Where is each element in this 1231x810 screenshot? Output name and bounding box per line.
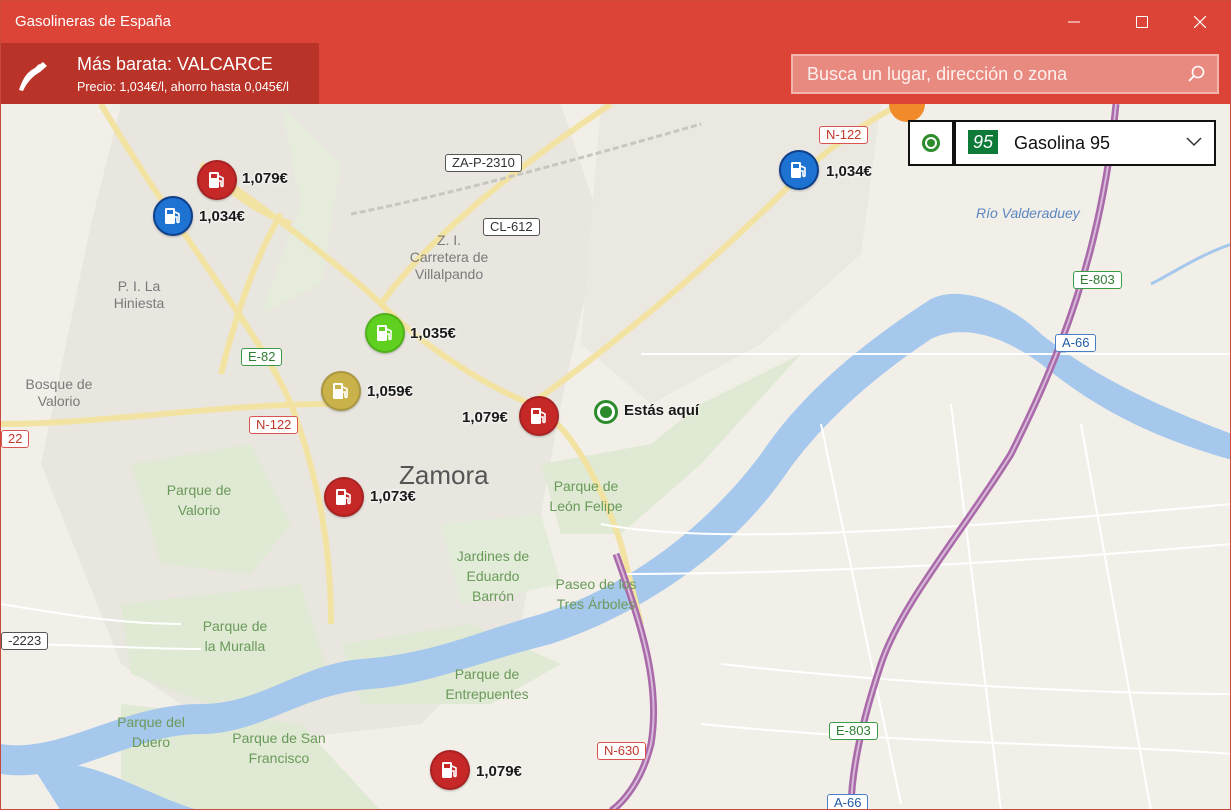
search-icon[interactable] xyxy=(1187,65,1205,83)
label-zona-industrial: Z. I. Carretera de Villalpando xyxy=(409,232,489,282)
shield-e-803-bottom: E-803 xyxy=(829,722,878,740)
minimize-button[interactable] xyxy=(1051,1,1097,43)
fuel-pump-icon xyxy=(159,202,187,230)
gas-station-marker[interactable] xyxy=(779,150,819,190)
label-paseo-tres-arboles: Paseo de los Tres Árboles xyxy=(555,576,637,612)
gas-station-marker[interactable] xyxy=(519,396,559,436)
label-poligono-hiniesta: P. I. La Hiniesta xyxy=(113,278,165,311)
fuel-pump-icon xyxy=(371,319,399,347)
gas-station-marker[interactable] xyxy=(197,160,237,200)
label-parque-entrepuentes: Parque de Entrepuentes xyxy=(445,666,529,702)
shield-e-803-top: E-803 xyxy=(1073,271,1122,289)
current-location-label: Estás aquí xyxy=(624,402,700,419)
gas-station-marker[interactable] xyxy=(324,477,364,517)
locate-icon xyxy=(922,134,940,152)
fuel-nozzle-icon xyxy=(19,62,47,91)
shield-n-630: N-630 xyxy=(597,742,647,760)
gas-station-marker[interactable] xyxy=(365,313,405,353)
station-price: 1,034€ xyxy=(826,163,872,180)
shield-a-66-bottom: A-66 xyxy=(827,794,869,809)
app-header: Más barata: VALCARCE Precio: 1,034€/l, a… xyxy=(1,43,1230,104)
cheapest-subtitle: Precio: 1,034€/l, ahorro hasta 0,045€/l xyxy=(77,80,289,94)
shield-za-2223: -2223 xyxy=(1,632,49,650)
shield-n-122-mid: N-122 xyxy=(249,416,299,434)
label-rio-valderaduey: Río Valderaduey xyxy=(976,205,1080,221)
cheapest-title: Más barata: VALCARCE xyxy=(77,54,273,74)
station-price: 1,079€ xyxy=(476,763,522,780)
gas-station-marker[interactable] xyxy=(430,750,470,790)
label-jardines-barron: Jardines de Eduardo Barrón xyxy=(456,548,530,604)
close-icon xyxy=(1194,16,1206,28)
fuel-type-dropdown[interactable]: 95 Gasolina 95 xyxy=(954,120,1216,166)
maximize-button[interactable] xyxy=(1119,1,1165,43)
minimize-icon xyxy=(1068,21,1080,23)
station-price: 1,073€ xyxy=(370,488,416,505)
label-parque-san-francisco: Parque de San Francisco xyxy=(232,730,326,766)
station-price: 1,035€ xyxy=(410,325,456,342)
gas-station-marker[interactable] xyxy=(153,196,193,236)
search-box[interactable] xyxy=(791,54,1219,94)
chevron-down-icon xyxy=(1186,137,1202,147)
shield-za-p-2310: ZA-P-2310 xyxy=(445,154,522,172)
location-dot xyxy=(600,406,612,418)
fuel-pump-icon xyxy=(785,156,813,184)
fuel-pump-icon xyxy=(525,402,553,430)
fuel-pump-icon xyxy=(330,483,358,511)
label-parque-muralla: Parque de la Muralla xyxy=(202,618,268,654)
search-input[interactable] xyxy=(807,62,1167,86)
station-price: 1,059€ xyxy=(367,383,413,400)
station-price: 1,079€ xyxy=(462,409,508,426)
window-title: Gasolineras de España xyxy=(15,13,171,30)
close-button[interactable] xyxy=(1177,1,1223,43)
locate-me-button[interactable] xyxy=(908,120,954,166)
shield-e-82: E-82 xyxy=(241,348,283,366)
shield-n-122-left: 22 xyxy=(1,430,30,448)
map-view[interactable]: Z. I. Carretera de Villalpando P. I. La … xyxy=(1,104,1230,809)
label-parque-duero: Parque del Duero xyxy=(117,714,185,750)
fuel-pump-icon xyxy=(327,377,355,405)
station-price: 1,079€ xyxy=(242,170,288,187)
shield-cl-612: CL-612 xyxy=(483,218,540,236)
label-parque-valorio: Parque de Valorio xyxy=(166,482,232,518)
current-location-marker[interactable] xyxy=(594,400,618,424)
app-window: Gasolineras de España Más barata: VALCAR… xyxy=(0,0,1231,810)
gas-station-marker[interactable] xyxy=(321,371,361,411)
shield-a-66-top: A-66 xyxy=(1055,334,1097,352)
cheapest-station-panel[interactable]: Más barata: VALCARCE Precio: 1,034€/l, a… xyxy=(1,43,319,104)
fuel-type-badge: 95 xyxy=(968,130,998,154)
station-price: 1,034€ xyxy=(199,208,245,225)
label-parque-leon-felipe: Parque de León Felipe xyxy=(549,478,623,514)
shield-n-122-top: N-122 xyxy=(819,126,869,144)
fuel-pump-icon xyxy=(203,166,231,194)
fuel-pump-icon xyxy=(436,756,464,784)
label-bosque-valorio: Bosque de Valorio xyxy=(25,376,93,409)
title-bar: Gasolineras de España xyxy=(1,1,1230,43)
label-city-zamora: Zamora xyxy=(399,460,489,490)
maximize-icon xyxy=(1136,16,1148,28)
fuel-type-name: Gasolina 95 xyxy=(1014,133,1111,153)
